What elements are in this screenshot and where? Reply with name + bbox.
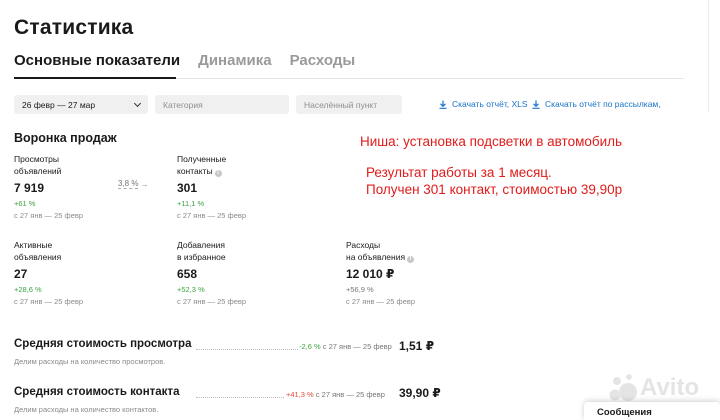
cost-per-contact-period: с 27 янв — 25 февр: [315, 390, 385, 399]
download-icon: [532, 100, 540, 109]
info-icon[interactable]: i: [214, 170, 222, 177]
category-placeholder: Категория: [163, 99, 203, 110]
views-period: с 27 янв — 25 февр: [14, 211, 84, 220]
download-xls-link[interactable]: Скачать отчёт, XLS: [439, 99, 528, 109]
expenses-period: с 27 янв — 25 февр: [346, 297, 416, 306]
active-ads-period: с 27 янв — 25 февр: [14, 297, 84, 306]
cost-per-view-delta: -2,6 %: [299, 342, 321, 351]
favorites-period: с 27 янв — 25 февр: [177, 297, 247, 306]
cost-per-contact-value: 39,90 ₽: [399, 386, 441, 400]
views-value: 7 919: [14, 181, 45, 195]
conversion-rate[interactable]: 3,8 % →: [118, 179, 148, 189]
info-icon[interactable]: i: [407, 256, 415, 263]
active-ads-delta: +28,6 %: [14, 285, 42, 294]
cost-per-contact-title: Средняя стоимость контакта: [14, 386, 180, 398]
messages-label: Сообщения: [597, 407, 652, 418]
active-ads-label: Активные объявления: [14, 240, 62, 262]
views-label: Просмотры объявлений: [14, 154, 62, 176]
date-range-select[interactable]: 26 февр — 27 мар: [14, 95, 148, 114]
download-mailing-report-link[interactable]: Скачать отчёт по рассылкам,: [532, 99, 661, 109]
cost-per-view-period: с 27 янв — 25 февр: [322, 342, 392, 351]
expenses-delta: +56,9 %: [346, 285, 374, 294]
views-delta: +61 %: [14, 199, 36, 208]
active-tab-indicator: [14, 77, 176, 79]
download-mailing-label: Скачать отчёт по рассылкам,: [545, 99, 661, 109]
tab-main-indicators[interactable]: Основные показатели: [14, 52, 180, 69]
funnel-title: Воронка продаж: [14, 131, 117, 145]
tab-expenses[interactable]: Расходы: [290, 52, 356, 69]
expenses-value: 12 010 ₽: [346, 267, 395, 281]
download-icon: [439, 100, 447, 109]
cost-per-view-change: -2,6 % с 27 янв — 25 февр: [299, 342, 392, 351]
city-select[interactable]: Населённый пункт: [296, 95, 402, 114]
favorites-label: Добавления в избранное: [177, 240, 226, 262]
favorites-delta: +52,3 %: [177, 285, 205, 294]
active-ads-value: 27: [14, 267, 28, 281]
annotation-result: Результат работы за 1 месяц.: [366, 165, 552, 180]
page-title: Статистика: [14, 16, 134, 39]
cost-per-view-value: 1,51 ₽: [399, 339, 435, 353]
avito-logo-icon: [609, 374, 637, 401]
cost-per-view-title: Средняя стоимость просмотра: [14, 338, 192, 350]
annotation-contacts: Получен 301 контакт, стоимостью 39,90р: [366, 182, 623, 197]
download-xls-label: Скачать отчёт, XLS: [452, 99, 528, 109]
contacts-delta: +11,1 %: [177, 199, 205, 208]
favorites-value: 658: [177, 267, 198, 281]
cost-per-contact-subtitle: Делим расходы на количество контактов.: [14, 405, 159, 414]
expenses-label: Расходы на объявления i: [346, 239, 415, 263]
cost-per-contact-leader: [196, 397, 284, 398]
cost-per-contact-change: +41,3 % с 27 янв — 25 февр: [286, 390, 385, 399]
cost-per-view-subtitle: Делим расходы на количество просмотров.: [14, 357, 166, 366]
avito-brand-text: Avito: [640, 374, 700, 401]
cost-per-view-leader: [196, 349, 298, 350]
tab-dynamics[interactable]: Динамика: [198, 52, 271, 69]
tab-bar: Основные показатели Динамика Расходы: [14, 52, 373, 69]
avito-watermark: Avito: [608, 373, 699, 403]
messages-widget[interactable]: Сообщения: [584, 402, 720, 420]
chevron-down-icon: [133, 99, 142, 107]
category-select[interactable]: Категория: [155, 95, 289, 114]
contacts-value: 301: [177, 181, 198, 195]
city-placeholder: Населённый пункт: [304, 99, 378, 110]
cost-per-contact-delta: +41,3 %: [286, 390, 314, 399]
contacts-label: Полученные контакты i: [177, 154, 227, 177]
arrow-right-icon: →: [140, 179, 149, 189]
conversion-value: 3,8 %: [118, 179, 139, 189]
header-divider: [708, 0, 709, 112]
date-range-value: 26 февр — 27 мар: [22, 99, 96, 110]
contacts-period: с 27 янв — 25 февр: [177, 211, 247, 220]
annotation-niche: Ниша: установка подсветки в автомобиль: [360, 134, 623, 149]
